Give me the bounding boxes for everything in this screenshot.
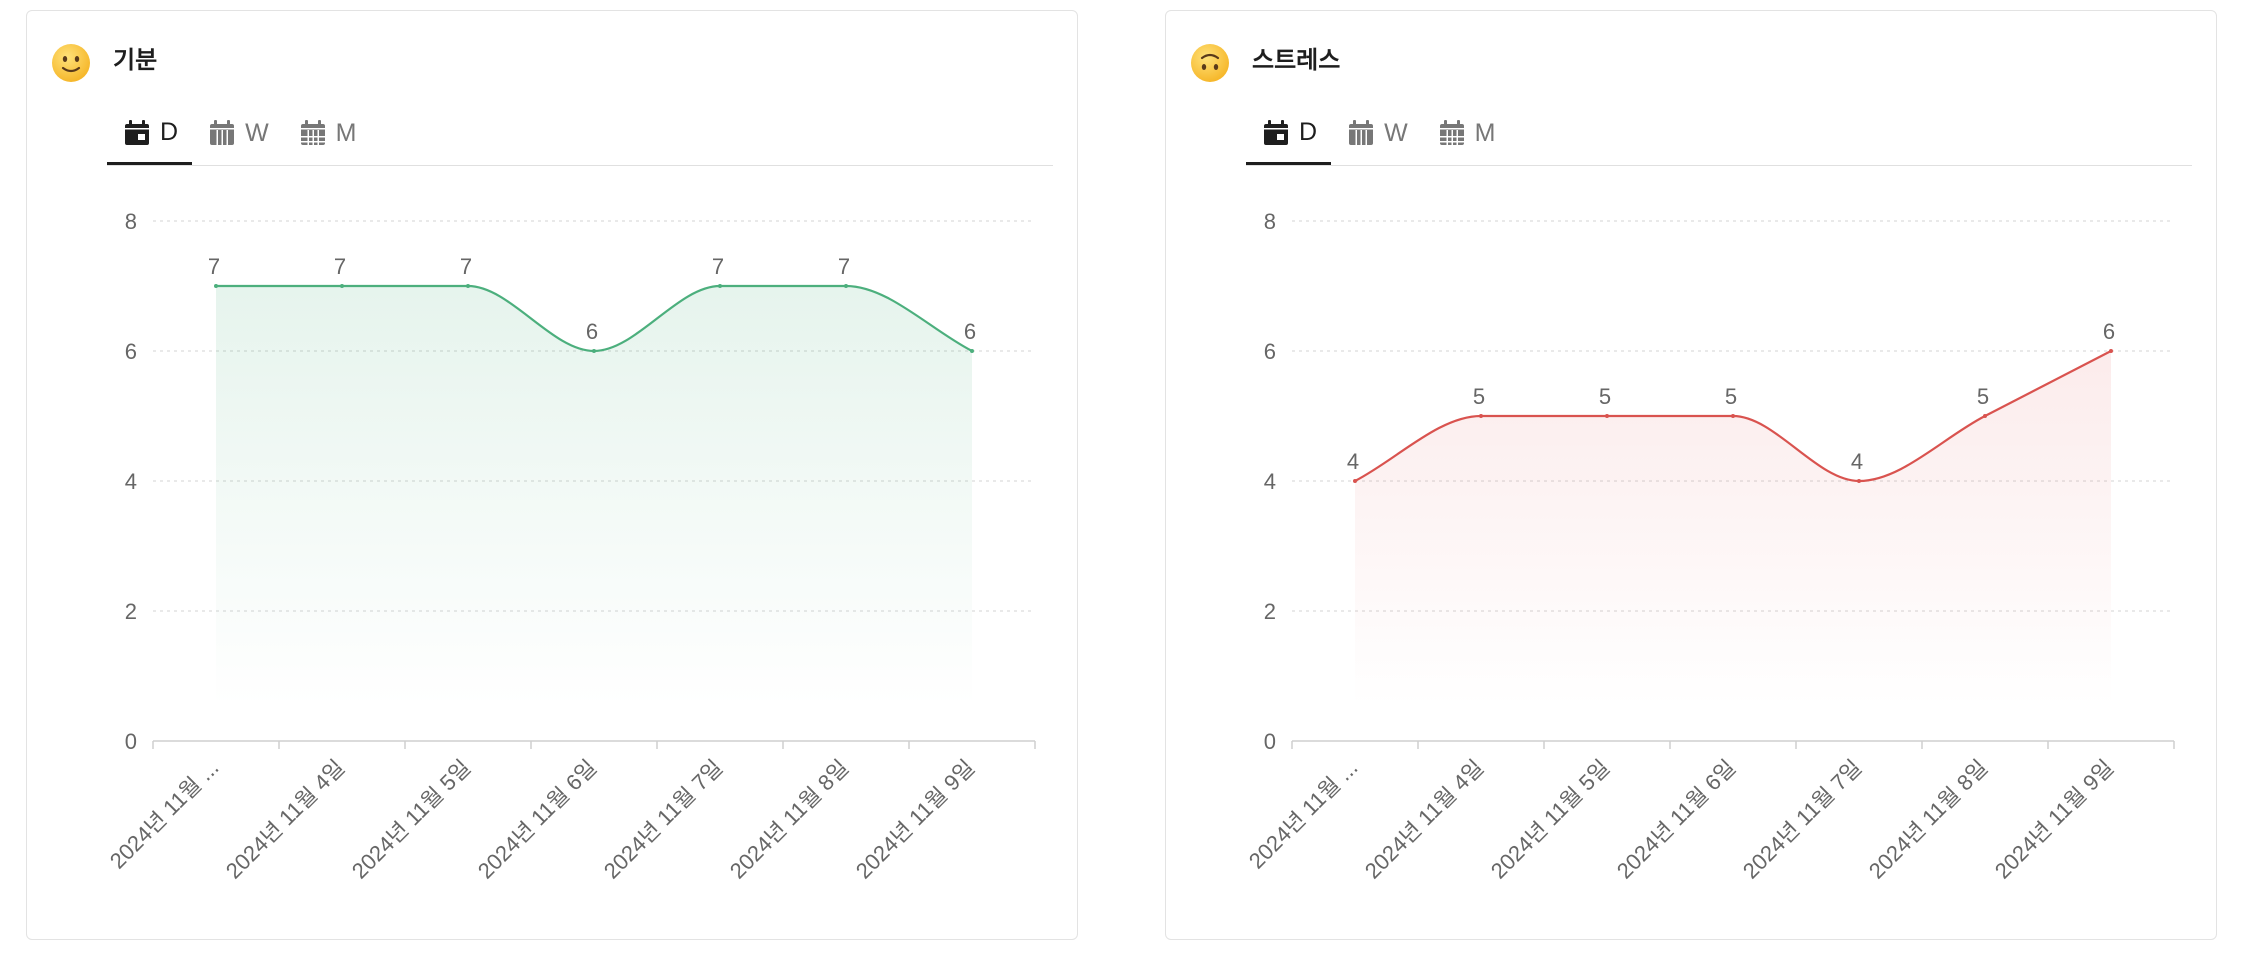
- data-label: 7: [334, 254, 346, 279]
- data-label: 5: [1473, 384, 1485, 409]
- data-point[interactable]: [1605, 414, 1609, 418]
- y-tick-label: 2: [125, 599, 137, 624]
- x-tick-label: 2024년 11월 5일: [347, 755, 476, 884]
- data-point[interactable]: [1479, 414, 1483, 418]
- data-label: 7: [208, 254, 220, 279]
- data-label: 4: [1851, 449, 1863, 474]
- x-tick-label: 2024년 11월 6일: [1612, 755, 1741, 884]
- stress-chart-card: 스트레스 D W M 0 2 4 6 8 4 5 5 5 4 5 6 2024년…: [1165, 10, 2217, 940]
- data-point[interactable]: [2109, 349, 2113, 353]
- data-label: 7: [460, 254, 472, 279]
- data-point[interactable]: [1731, 414, 1735, 418]
- x-tick-label: 2024년 11월 9일: [1990, 755, 2119, 884]
- x-tick-label: 2024년 11월 4일: [1360, 755, 1489, 884]
- data-label: 6: [586, 319, 598, 344]
- data-point[interactable]: [844, 284, 848, 288]
- y-tick-label: 6: [1264, 339, 1276, 364]
- x-tick-label: 2024년 11월 7일: [1738, 755, 1867, 884]
- y-tick-label: 0: [1264, 729, 1276, 754]
- data-point[interactable]: [466, 284, 470, 288]
- x-tick-label: 2024년 11월 9일: [851, 755, 980, 884]
- x-tick-label: 2024년 11월 8일: [1864, 755, 1993, 884]
- data-point[interactable]: [1353, 479, 1357, 483]
- y-tick-label: 4: [1264, 469, 1276, 494]
- x-tick-label: 2024년 11월 ...: [1244, 755, 1363, 874]
- data-point[interactable]: [718, 284, 722, 288]
- data-label: 5: [1599, 384, 1611, 409]
- data-point[interactable]: [340, 284, 344, 288]
- stress-line-chart: 0246845 5 54562024년 11월 ...2024년 11월 4일202…: [1244, 209, 2175, 884]
- data-label: 5: [1977, 384, 1989, 409]
- x-tick-label: 2024년 11월 5일: [1486, 755, 1615, 884]
- y-tick-label: 8: [125, 209, 137, 234]
- data-label: 5: [1725, 384, 1737, 409]
- y-tick-label: 0: [125, 729, 137, 754]
- data-label: 7: [838, 254, 850, 279]
- data-label: 4: [1347, 449, 1359, 474]
- data-label: 7: [712, 254, 724, 279]
- x-tick-label: 2024년 11월 8일: [725, 755, 854, 884]
- data-point[interactable]: [592, 349, 596, 353]
- y-tick-label: 6: [125, 339, 137, 364]
- data-point[interactable]: [1983, 414, 1987, 418]
- y-tick-label: 4: [125, 469, 137, 494]
- data-label: 6: [964, 319, 976, 344]
- x-tick-label: 2024년 11월 7일: [599, 755, 728, 884]
- mood-chart-card: 기분 D W M 0 2 4 6 8 7 7 7 6 7 7 6 2024년 1…: [26, 10, 1078, 940]
- x-tick-label: 2024년 11월 ...: [105, 755, 224, 874]
- x-tick-label: 2024년 11월 4일: [221, 755, 350, 884]
- data-point[interactable]: [214, 284, 218, 288]
- data-point[interactable]: [970, 349, 974, 353]
- y-tick-label: 8: [1264, 209, 1276, 234]
- mood-line-chart: 024687 7 767 762024년 11월 ...2024년 11월 4일202…: [105, 209, 1036, 884]
- x-tick-label: 2024년 11월 6일: [473, 755, 602, 884]
- data-point[interactable]: [1857, 479, 1861, 483]
- y-tick-label: 2: [1264, 599, 1276, 624]
- data-label: 6: [2103, 319, 2115, 344]
